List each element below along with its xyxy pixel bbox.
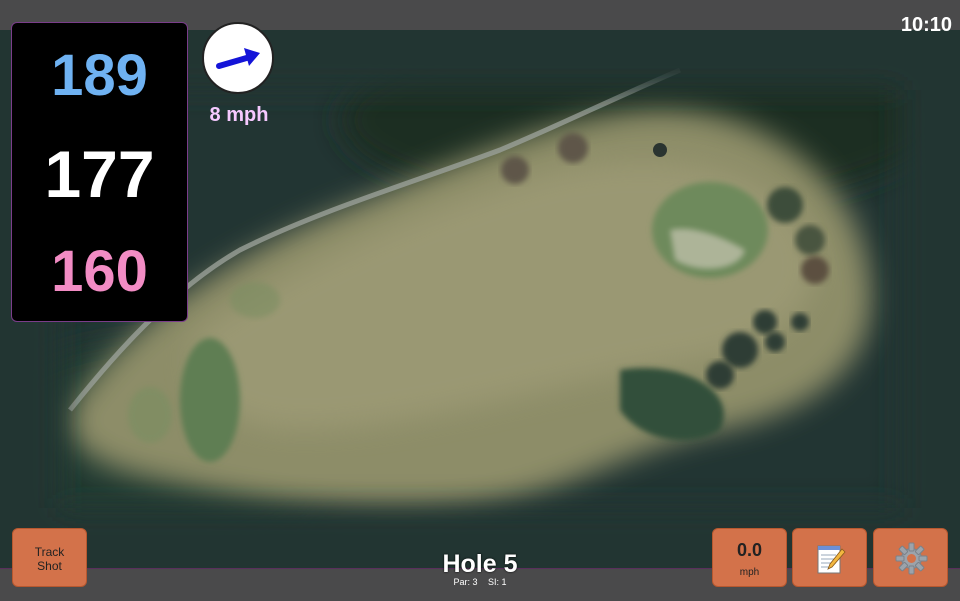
hole-title: Hole 5 (442, 550, 518, 578)
distance-front: 160 (51, 239, 148, 304)
speed-button[interactable]: 0.0 mph (712, 528, 787, 587)
settings-button[interactable] (873, 528, 948, 587)
distance-panel: 189 177 160 (11, 22, 188, 322)
hole-info: Par: 3 SI: 1 (380, 577, 580, 587)
hole-par: Par: 3 (453, 577, 478, 587)
distance-back: 189 (51, 43, 148, 108)
notepad-icon (817, 545, 846, 574)
speed-value: 0.0 (736, 540, 763, 560)
hole-stroke-index: SI: 1 (488, 577, 507, 587)
wind-speed: 8 mph (209, 104, 269, 126)
speed-unit: mph (739, 567, 760, 578)
notes-button[interactable] (792, 528, 867, 587)
gear-icon (895, 542, 928, 575)
wind-direction-arrow-icon (216, 48, 260, 69)
wind-indicator (202, 22, 274, 94)
track-shot-label: Track Shot (13, 545, 86, 573)
clock: 10:10 (900, 14, 952, 36)
track-shot-label-line2: Shot (37, 559, 62, 573)
tee-box (180, 338, 240, 462)
track-shot-button[interactable]: Track Shot (12, 528, 87, 587)
track-shot-label-line1: Track (34, 545, 65, 559)
distance-middle: 177 (44, 137, 155, 211)
